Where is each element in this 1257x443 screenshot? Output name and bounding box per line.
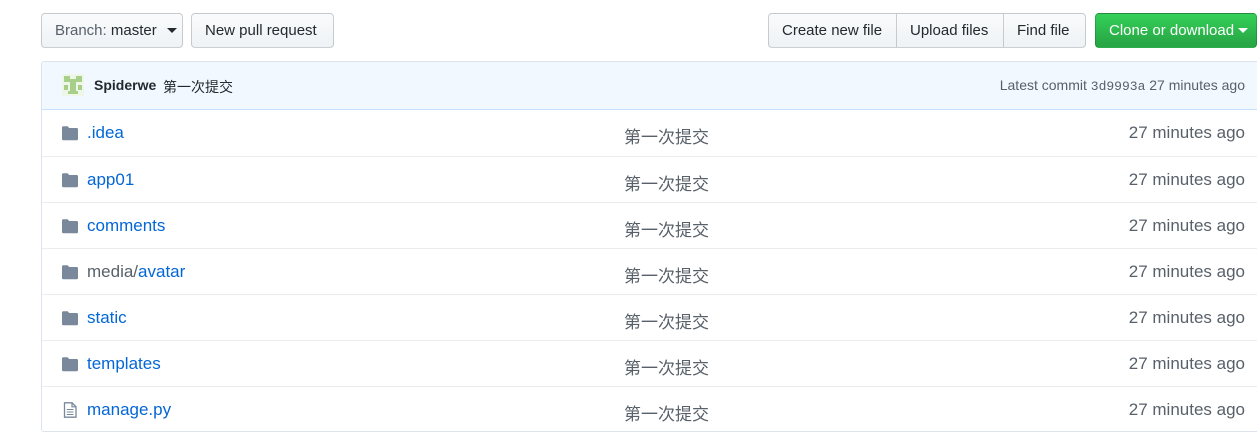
folder-icon [61, 125, 79, 141]
folder-icon [61, 356, 79, 372]
create-new-file-button[interactable]: Create new file [768, 13, 897, 48]
file-dir-prefix[interactable]: media/ [87, 262, 138, 281]
file-commit-message-link[interactable]: 第一次提交 [624, 262, 709, 287]
avatar[interactable] [62, 74, 84, 96]
clone-or-download-label: Clone or download [1109, 22, 1235, 39]
file-name[interactable]: templates [87, 354, 161, 373]
file-name[interactable]: static [87, 308, 127, 327]
folder-icon [61, 172, 79, 188]
file-name[interactable]: .idea [87, 123, 124, 142]
file-commit-message-link[interactable]: 第一次提交 [624, 123, 709, 148]
file-commit-message-link[interactable]: 第一次提交 [624, 170, 709, 195]
branch-select-button[interactable]: Branch: master [41, 13, 183, 48]
branch-name: master [110, 22, 157, 39]
latest-commit-bar: Spiderwe 第一次提交 Latest commit 3d9993a 27 … [42, 62, 1257, 110]
caret-down-icon [1238, 27, 1249, 33]
folder-icon [61, 264, 79, 280]
file-name-link[interactable]: manage.py [87, 400, 171, 420]
file-commit-message-link[interactable]: 第一次提交 [624, 354, 709, 379]
clone-or-download-button[interactable]: Clone or download [1095, 13, 1257, 48]
file-commit-age: 27 minutes ago [1128, 354, 1245, 373]
latest-commit-info: Latest commit 3d9993a 27 minutes ago [1000, 77, 1245, 94]
commit-sha-link[interactable]: 3d9993a [1091, 79, 1146, 94]
file-commit-message-link[interactable]: 第一次提交 [624, 216, 709, 241]
file-list: .idea 第一次提交 27 minutes ago app01 第一次提交 27 min… [42, 110, 1257, 431]
file-name-link[interactable]: media/avatar [87, 262, 185, 282]
commit-message-link[interactable]: 第一次提交 [163, 77, 233, 97]
repo-toolbar: Branch: master New pull request Create n… [41, 13, 1257, 48]
file-row: app01 第一次提交 27 minutes ago [42, 156, 1257, 202]
file-name[interactable]: app01 [87, 170, 134, 189]
latest-commit-label: Latest commit [999, 77, 1087, 93]
folder-icon [61, 310, 79, 326]
commit-age: 27 minutes ago [1149, 77, 1245, 93]
file-name[interactable]: avatar [138, 262, 185, 281]
file-commit-age: 27 minutes ago [1128, 400, 1245, 419]
file-row: media/avatar 第一次提交 27 minutes ago [42, 248, 1257, 294]
file-commit-age: 27 minutes ago [1128, 123, 1245, 142]
file-name[interactable]: comments [87, 216, 165, 235]
file-name-link[interactable]: app01 [87, 170, 134, 190]
file-table: Spiderwe 第一次提交 Latest commit 3d9993a 27 … [41, 61, 1257, 432]
file-row: comments 第一次提交 27 minutes ago [42, 202, 1257, 248]
caret-down-icon [166, 27, 177, 33]
file-name-link[interactable]: templates [87, 354, 161, 374]
file-commit-age: 27 minutes ago [1128, 216, 1245, 235]
folder-icon [61, 218, 79, 234]
branch-prefix-label: Branch: [55, 22, 107, 39]
file-commit-age: 27 minutes ago [1128, 308, 1245, 327]
commit-author-link[interactable]: Spiderwe [94, 77, 156, 93]
find-file-button[interactable]: Find file [1003, 13, 1086, 48]
new-pull-request-button[interactable]: New pull request [191, 13, 334, 48]
file-name[interactable]: manage.py [87, 400, 171, 419]
file-name-link[interactable]: static [87, 308, 127, 328]
file-commit-age: 27 minutes ago [1128, 262, 1245, 281]
file-row: templates 第一次提交 27 minutes ago [42, 340, 1257, 386]
upload-files-button[interactable]: Upload files [896, 13, 1004, 48]
file-commit-message-link[interactable]: 第一次提交 [624, 308, 709, 333]
file-row: .idea 第一次提交 27 minutes ago [42, 110, 1257, 156]
file-row: manage.py 第一次提交 27 minutes ago [42, 386, 1257, 431]
file-icon [61, 402, 79, 418]
file-name-link[interactable]: .idea [87, 123, 124, 143]
file-row: static 第一次提交 27 minutes ago [42, 294, 1257, 340]
file-commit-age: 27 minutes ago [1128, 170, 1245, 189]
file-commit-message-link[interactable]: 第一次提交 [624, 400, 709, 425]
file-name-link[interactable]: comments [87, 216, 165, 236]
